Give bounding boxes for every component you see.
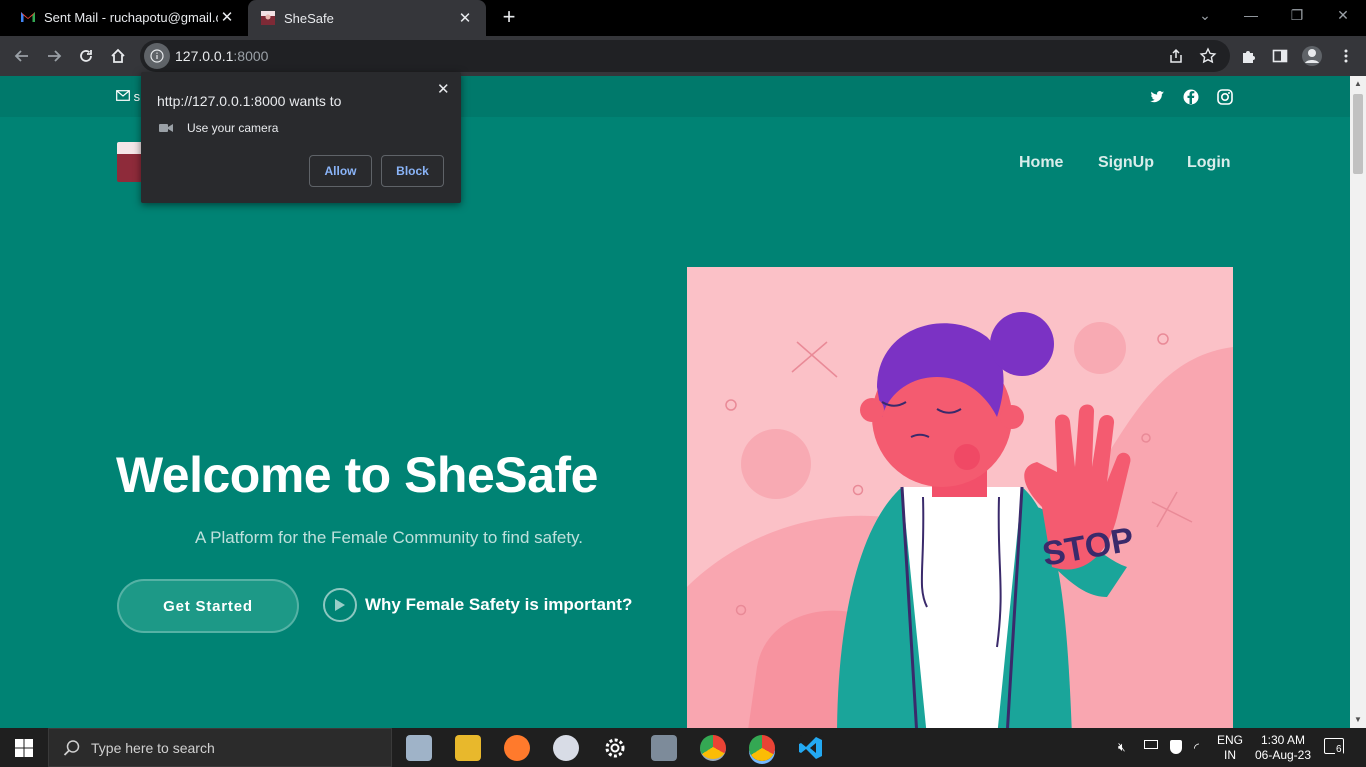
twitter-icon[interactable]	[1148, 88, 1166, 106]
camera-icon	[159, 124, 173, 132]
language-bottom: IN	[1224, 748, 1236, 762]
url-host: 127.0.0.1	[175, 48, 234, 64]
envelope-icon	[116, 90, 130, 101]
permission-title: http://127.0.0.1:8000 wants to	[157, 93, 342, 109]
start-button[interactable]	[0, 728, 48, 767]
play-circle-icon	[323, 588, 357, 622]
tab-close-icon[interactable]: ✕	[456, 9, 474, 27]
url-port: :8000	[233, 48, 269, 64]
notification-center-icon[interactable]: 6	[1324, 738, 1344, 755]
tab-strip: Sent Mail - ruchapotu@gmail.co ✕ SheSafe…	[0, 0, 1366, 36]
task-view-app-icon[interactable]	[406, 735, 432, 761]
taskbar-search-box[interactable]: Type here to search	[48, 728, 392, 767]
notification-count: 6	[1335, 744, 1343, 755]
tab-search-icon[interactable]: ⌄	[1182, 0, 1228, 32]
scroll-up-icon[interactable]: ▲	[1350, 76, 1366, 92]
hero-subtitle: A Platform for the Female Community to f…	[195, 528, 584, 547]
contact-email[interactable]: s	[116, 89, 140, 104]
permission-request-row: Use your camera	[159, 121, 278, 135]
gmail-icon	[21, 12, 35, 22]
new-tab-button[interactable]: +	[498, 6, 520, 28]
search-icon	[63, 739, 80, 756]
taskbar-search-placeholder: Type here to search	[91, 739, 215, 756]
tab-title: Sent Mail - ruchapotu@gmail.co	[44, 9, 218, 25]
address-bar[interactable]: 127.0.0.1:8000	[140, 40, 1230, 72]
clock-time: 1:30 AM	[1260, 733, 1306, 747]
site-info-icon[interactable]	[144, 43, 170, 69]
reload-icon[interactable]	[74, 44, 98, 68]
chrome-icon[interactable]	[700, 735, 726, 761]
why-female-safety-link[interactable]: Why Female Safety is important?	[323, 588, 632, 622]
tab-title: SheSafe	[284, 10, 334, 26]
nav-login[interactable]: Login	[1187, 154, 1231, 172]
restore-button[interactable]: ❐	[1274, 0, 1320, 32]
side-panel-icon[interactable]	[1268, 44, 1292, 68]
windows-taskbar: Type here to search 🔇︎ ◜ ENG IN 1:30 AM …	[0, 728, 1366, 767]
facebook-icon[interactable]	[1182, 88, 1200, 106]
volume-muted-icon[interactable]: 🔇︎	[1118, 740, 1126, 755]
why-link-label: Why Female Safety is important?	[365, 595, 633, 614]
hero-title: Welcome to SheSafe	[116, 447, 598, 503]
block-button[interactable]: Block	[381, 155, 444, 187]
extensions-icon[interactable]	[1236, 44, 1260, 68]
tab-close-icon[interactable]: ✕	[218, 8, 236, 26]
allow-button[interactable]: Allow	[309, 155, 372, 187]
tab-shesafe[interactable]: SheSafe ✕	[248, 0, 486, 36]
page-scrollbar[interactable]: ▲ ▼	[1350, 76, 1366, 728]
windows-logo-icon	[15, 738, 33, 757]
language-indicator[interactable]: ENG IN	[1217, 733, 1243, 763]
scroll-down-icon[interactable]: ▼	[1350, 712, 1366, 728]
browser-menu-icon[interactable]	[1334, 44, 1358, 68]
permission-close-icon[interactable]: ✕	[437, 80, 450, 98]
profile-avatar[interactable]	[1300, 44, 1324, 68]
contact-email-text: s	[133, 89, 141, 104]
nav-home[interactable]: Home	[1019, 154, 1063, 172]
close-window-button[interactable]: ✕	[1320, 0, 1366, 32]
woman-stop-illustration: STOP	[687, 312, 1233, 728]
forward-icon[interactable]	[42, 44, 66, 68]
firefox-icon[interactable]	[504, 735, 530, 761]
home-icon[interactable]	[106, 44, 130, 68]
minimize-button[interactable]: —	[1228, 0, 1274, 32]
url-text: 127.0.0.1:8000	[175, 48, 268, 64]
shesafe-favicon	[261, 11, 275, 25]
browser-toolbar: 127.0.0.1:8000	[0, 36, 1366, 76]
bookmark-star-icon[interactable]	[1196, 44, 1220, 68]
settings-gear-icon[interactable]	[602, 735, 628, 761]
hero-illustration: STOP	[687, 267, 1233, 728]
file-explorer-icon[interactable]	[455, 735, 481, 761]
scroll-thumb[interactable]	[1353, 94, 1363, 174]
vscode-icon[interactable]	[798, 735, 824, 761]
network-icon[interactable]: ◜	[1194, 740, 1199, 756]
battery-icon[interactable]	[1144, 740, 1158, 749]
instagram-icon[interactable]	[1216, 88, 1234, 106]
permission-request-text: Use your camera	[187, 121, 279, 135]
nav-signup[interactable]: SignUp	[1098, 154, 1154, 172]
get-started-button[interactable]: Get Started	[117, 579, 299, 633]
clock-date: 06-Aug-23	[1254, 748, 1312, 762]
tab-gmail[interactable]: Sent Mail - ruchapotu@gmail.co ✕	[8, 0, 248, 34]
snipping-app-icon[interactable]	[553, 735, 579, 761]
language-top: ENG	[1217, 733, 1244, 747]
camera-permission-dialog: http://127.0.0.1:8000 wants to ✕ Use you…	[141, 72, 461, 203]
clock[interactable]: 1:30 AM 06-Aug-23	[1250, 733, 1316, 763]
share-icon[interactable]	[1164, 44, 1188, 68]
chrome-active-icon[interactable]	[749, 735, 775, 761]
camera-app-icon[interactable]	[651, 735, 677, 761]
security-shield-icon[interactable]	[1170, 740, 1182, 754]
back-icon[interactable]	[10, 44, 34, 68]
